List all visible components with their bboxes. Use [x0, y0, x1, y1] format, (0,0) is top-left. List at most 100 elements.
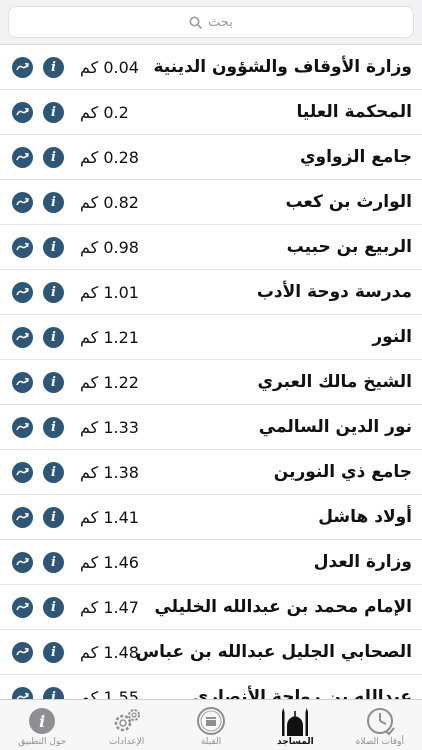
- info-icon[interactable]: i: [43, 56, 64, 78]
- mosque-row[interactable]: i 0.2 كم المحكمة العليا: [0, 90, 422, 135]
- mosque-row[interactable]: i 0.28 كم جامع الزواوي: [0, 135, 422, 180]
- mosque-row[interactable]: i 1.38 كم جامع ذي النورين: [0, 450, 422, 495]
- info-icon[interactable]: i: [43, 101, 64, 123]
- row-actions: i: [12, 326, 64, 348]
- mosque-name: مدرسة دوحة الأدب: [256, 282, 412, 302]
- mosque-name: وزارة الأوقاف والشؤون الدينية: [153, 57, 413, 77]
- info-icon[interactable]: i: [43, 506, 64, 528]
- tab-qibla[interactable]: القبلة: [169, 700, 253, 750]
- tab-mosques[interactable]: المساجد: [253, 700, 337, 750]
- row-actions: i: [12, 461, 64, 483]
- mosque-distance: 0.98 كم: [80, 237, 139, 257]
- directions-icon[interactable]: [12, 686, 33, 700]
- directions-icon[interactable]: [12, 641, 33, 663]
- search-icon: [189, 16, 202, 29]
- mosque-name: نور الدين السالمي: [258, 417, 412, 437]
- clock-icon: [366, 708, 395, 736]
- directions-icon[interactable]: [12, 191, 33, 213]
- info-icon[interactable]: i: [43, 641, 64, 663]
- row-actions: i: [12, 236, 64, 258]
- info-icon[interactable]: i: [43, 371, 64, 393]
- mosque-distance: 1.21 كم: [80, 327, 139, 347]
- mosque-distance: 1.46 كم: [80, 552, 139, 572]
- info-icon[interactable]: i: [43, 416, 64, 438]
- mosque-row[interactable]: i 1.21 كم النور: [0, 315, 422, 360]
- info-icon[interactable]: i: [43, 236, 64, 258]
- mosque-row[interactable]: i 0.04 كم وزارة الأوقاف والشؤون الدينية: [0, 45, 422, 90]
- row-actions: i: [12, 146, 64, 168]
- mosque-distance: 0.2 كم: [80, 102, 129, 122]
- mosque-row[interactable]: i 1.33 كم نور الدين السالمي: [0, 405, 422, 450]
- mosque-row[interactable]: i 1.41 كم أولاد هاشل: [0, 495, 422, 540]
- mosque-name: النور: [372, 327, 412, 347]
- mosque-list: i 0.04 كم وزارة الأوقاف والشؤون الدينية i 0.…: [0, 45, 422, 700]
- directions-icon[interactable]: [12, 146, 33, 168]
- row-actions: i: [12, 416, 64, 438]
- directions-icon[interactable]: [12, 326, 33, 348]
- directions-icon[interactable]: [12, 506, 33, 528]
- mosque-distance: 1.48 كم: [80, 642, 139, 662]
- search-input[interactable]: بحث: [8, 6, 414, 38]
- row-actions: i: [12, 551, 64, 573]
- mosque-row[interactable]: i 1.22 كم الشيخ مالك العبري: [0, 360, 422, 405]
- tab-about-label: حول التطبيق: [18, 737, 67, 747]
- gears-icon: [114, 709, 140, 732]
- mosque-row[interactable]: i 1.55 كم عبدالله بن رواحة الأنصاري: [0, 675, 422, 700]
- directions-icon[interactable]: [12, 281, 33, 303]
- mosque-distance: 1.41 كم: [80, 507, 139, 527]
- tab-qibla-label: القبلة: [200, 737, 222, 747]
- mosque-name: جامع ذي النورين: [273, 462, 412, 482]
- row-actions: i: [12, 506, 64, 528]
- directions-icon[interactable]: [12, 101, 33, 123]
- row-actions: i: [12, 596, 64, 618]
- directions-icon[interactable]: [12, 551, 33, 573]
- search-placeholder: بحث: [208, 14, 233, 30]
- mosque-row[interactable]: i 0.82 كم الوارث بن كعب: [0, 180, 422, 225]
- mosque-distance: 1.22 كم: [80, 372, 139, 392]
- row-actions: i: [12, 371, 64, 393]
- mosque-distance: 1.33 كم: [80, 417, 139, 437]
- mosque-distance: 0.28 كم: [80, 147, 139, 167]
- row-actions: i: [12, 281, 64, 303]
- directions-icon[interactable]: [12, 371, 33, 393]
- tab-prayer-times[interactable]: أوقات الصلاة: [338, 700, 422, 750]
- tab-bar: i حول التطبيق الإعدادات القبلة المساجد أ…: [0, 699, 422, 750]
- info-icon[interactable]: i: [43, 191, 64, 213]
- search-bar: بحث: [0, 0, 422, 45]
- mosque-row[interactable]: i 1.47 كم الإمام محمد بن عبدالله الخليلي: [0, 585, 422, 630]
- mosque-row[interactable]: i 1.48 كم الصحابي الجليل عبدالله بن عباس: [0, 630, 422, 675]
- mosque-name: الصحابي الجليل عبدالله بن عباس: [135, 642, 412, 662]
- tab-settings[interactable]: الإعدادات: [84, 700, 168, 750]
- directions-icon[interactable]: [12, 56, 33, 78]
- tab-mosques-label: المساجد: [277, 737, 314, 747]
- info-icon[interactable]: i: [43, 146, 64, 168]
- mosque-row[interactable]: i 1.01 كم مدرسة دوحة الأدب: [0, 270, 422, 315]
- info-icon[interactable]: i: [43, 326, 64, 348]
- mosque-distance: 1.01 كم: [80, 282, 139, 302]
- directions-icon[interactable]: [12, 416, 33, 438]
- row-actions: i: [12, 101, 64, 123]
- info-icon[interactable]: i: [43, 461, 64, 483]
- mosque-name: الشيخ مالك العبري: [257, 372, 412, 392]
- row-actions: i: [12, 641, 64, 663]
- mosque-distance: 0.82 كم: [80, 192, 139, 212]
- mosque-row[interactable]: i 1.46 كم وزارة العدل: [0, 540, 422, 585]
- mosque-name: الإمام محمد بن عبدالله الخليلي: [154, 597, 412, 617]
- mosque-row[interactable]: i 0.98 كم الربيع بن حبيب: [0, 225, 422, 270]
- info-icon: i: [29, 708, 56, 734]
- qibla-compass-icon: [197, 707, 226, 735]
- row-actions: i: [12, 686, 64, 700]
- tab-about[interactable]: i حول التطبيق: [0, 700, 84, 750]
- directions-icon[interactable]: [12, 236, 33, 258]
- info-icon[interactable]: i: [43, 281, 64, 303]
- info-icon[interactable]: i: [43, 596, 64, 618]
- directions-icon[interactable]: [12, 461, 33, 483]
- mosque-distance: 0.04 كم: [80, 57, 139, 77]
- mosque-distance: 1.38 كم: [80, 462, 139, 482]
- info-icon[interactable]: i: [43, 686, 64, 700]
- directions-icon[interactable]: [12, 596, 33, 618]
- row-actions: i: [12, 56, 64, 78]
- info-icon[interactable]: i: [43, 551, 64, 573]
- mosque-name: أولاد هاشل: [318, 507, 412, 527]
- mosque-name: المحكمة العليا: [296, 102, 412, 122]
